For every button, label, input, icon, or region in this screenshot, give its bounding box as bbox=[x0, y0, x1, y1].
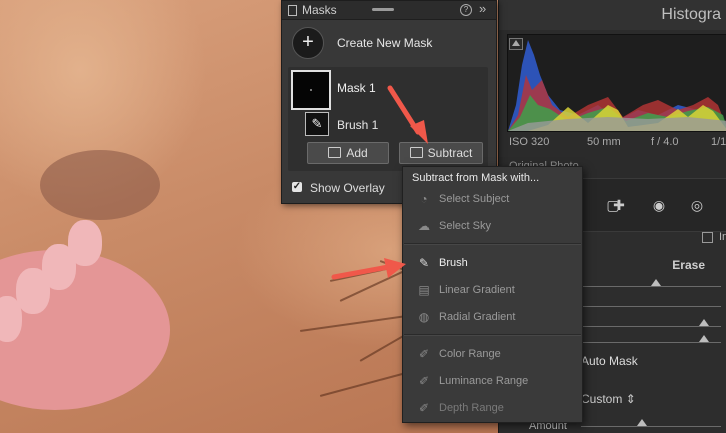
slider-thumb[interactable] bbox=[651, 279, 661, 286]
masks-title: Masks bbox=[302, 3, 337, 17]
menu-item-label: Brush bbox=[439, 257, 468, 269]
sky-icon: ☁ bbox=[418, 219, 430, 233]
depth-range-icon: ✐ bbox=[418, 401, 430, 415]
collapse-icon[interactable]: » bbox=[479, 1, 486, 16]
histogram-header[interactable]: Histogra bbox=[499, 0, 726, 30]
slider-track[interactable] bbox=[581, 286, 721, 287]
histogram-graph bbox=[507, 34, 726, 132]
menu-item-linear-gradient[interactable]: ▤ Linear Gradient bbox=[403, 279, 582, 301]
linear-gradient-icon: ▤ bbox=[418, 283, 430, 297]
radial-gradient-icon: ◍ bbox=[418, 310, 430, 324]
brush-icon: ✎ bbox=[418, 256, 430, 270]
histogram-svg bbox=[508, 40, 726, 131]
menu-item-label: Select Sky bbox=[439, 220, 491, 232]
aperture-value: f / 4.0 bbox=[651, 136, 679, 148]
drag-handle-icon[interactable] bbox=[372, 8, 394, 11]
shutter-value: 1/1 bbox=[711, 136, 726, 148]
subtract-icon bbox=[409, 147, 423, 158]
help-icon[interactable]: ? bbox=[460, 4, 472, 16]
updown-icon: ⇕ bbox=[625, 392, 636, 406]
person-icon: ◔ bbox=[420, 192, 428, 206]
slider-track[interactable] bbox=[581, 326, 721, 327]
slider-track[interactable] bbox=[581, 306, 721, 307]
shadow-clipping-icon[interactable] bbox=[509, 38, 523, 50]
menu-item-label: Color Range bbox=[439, 348, 501, 360]
erase-tab[interactable]: Erase bbox=[672, 258, 705, 272]
menu-separator bbox=[404, 243, 581, 245]
iso-value: ISO 320 bbox=[509, 136, 550, 148]
mask-name[interactable]: Mask 1 bbox=[337, 81, 376, 95]
subtract-button[interactable]: Subtract bbox=[399, 142, 483, 164]
menu-item-luminance-range[interactable]: ✐ Luminance Range bbox=[403, 370, 582, 392]
mask-thumbnail[interactable] bbox=[291, 70, 331, 110]
slider-thumb[interactable] bbox=[699, 335, 709, 342]
menu-item-label: Luminance Range bbox=[439, 375, 529, 387]
add-button[interactable]: Add bbox=[307, 142, 389, 164]
create-new-mask-label[interactable]: Create New Mask bbox=[337, 36, 432, 50]
slider-thumb[interactable] bbox=[699, 319, 709, 326]
histogram-title: Histogra bbox=[661, 6, 721, 23]
add-icon bbox=[328, 147, 342, 158]
menu-item-label: Select Subject bbox=[439, 193, 510, 205]
menu-item-color-range[interactable]: ✐ Color Range bbox=[403, 343, 582, 365]
color-range-icon: ✐ bbox=[418, 347, 430, 361]
menu-item-label: Radial Gradient bbox=[439, 311, 516, 323]
slider-track[interactable] bbox=[581, 342, 721, 343]
brush-component-icon[interactable]: ✎ bbox=[305, 112, 329, 136]
subtract-label: Subtract bbox=[427, 146, 473, 160]
show-overlay-label[interactable]: Show Overlay bbox=[310, 181, 385, 195]
luminance-range-icon: ✐ bbox=[418, 374, 430, 388]
auto-mask-label[interactable]: Auto Mask bbox=[581, 354, 638, 368]
menu-item-label: Linear Gradient bbox=[439, 284, 515, 296]
menu-item-depth-range[interactable]: ✐ Depth Range bbox=[403, 397, 582, 419]
subtract-menu: Subtract from Mask with... ◔ Select Subj… bbox=[402, 166, 583, 423]
menu-item-radial-gradient[interactable]: ◍ Radial Gradient bbox=[403, 306, 582, 328]
create-new-mask-button[interactable]: + bbox=[292, 27, 324, 59]
slider-thumb[interactable] bbox=[637, 419, 647, 426]
mask-group: Mask 1 ✎ Brush 1 Add Subtract bbox=[288, 67, 488, 171]
panel-icon bbox=[288, 5, 297, 16]
invert-label: In bbox=[719, 231, 726, 243]
masking-icon[interactable]: ◎ bbox=[689, 197, 705, 213]
menu-separator bbox=[404, 334, 581, 336]
add-label: Add bbox=[346, 146, 368, 160]
tooth bbox=[16, 268, 50, 314]
mouth-corner bbox=[40, 150, 160, 220]
healing-icon[interactable]: ✚ bbox=[611, 197, 627, 213]
menu-item-select-subject[interactable]: ◔ Select Subject bbox=[403, 188, 582, 210]
menu-item-select-sky[interactable]: ☁ Select Sky bbox=[403, 215, 582, 237]
focal-value: 50 mm bbox=[587, 136, 621, 148]
subtract-menu-title: Subtract from Mask with... bbox=[412, 172, 540, 184]
brush-preset-value: Custom bbox=[581, 392, 623, 406]
invert-checkbox[interactable] bbox=[702, 232, 713, 243]
slider-track[interactable] bbox=[581, 426, 721, 427]
red-eye-icon[interactable]: ◉ bbox=[651, 197, 667, 213]
brush-preset-select[interactable]: Custom ⇕ bbox=[581, 392, 636, 406]
menu-item-brush[interactable]: ✎ Brush bbox=[403, 252, 582, 274]
masks-header[interactable]: Masks ? » bbox=[282, 1, 496, 20]
show-overlay-checkbox[interactable]: ✓ bbox=[292, 182, 302, 192]
component-name[interactable]: Brush 1 bbox=[337, 118, 378, 132]
menu-item-label: Depth Range bbox=[439, 402, 504, 414]
